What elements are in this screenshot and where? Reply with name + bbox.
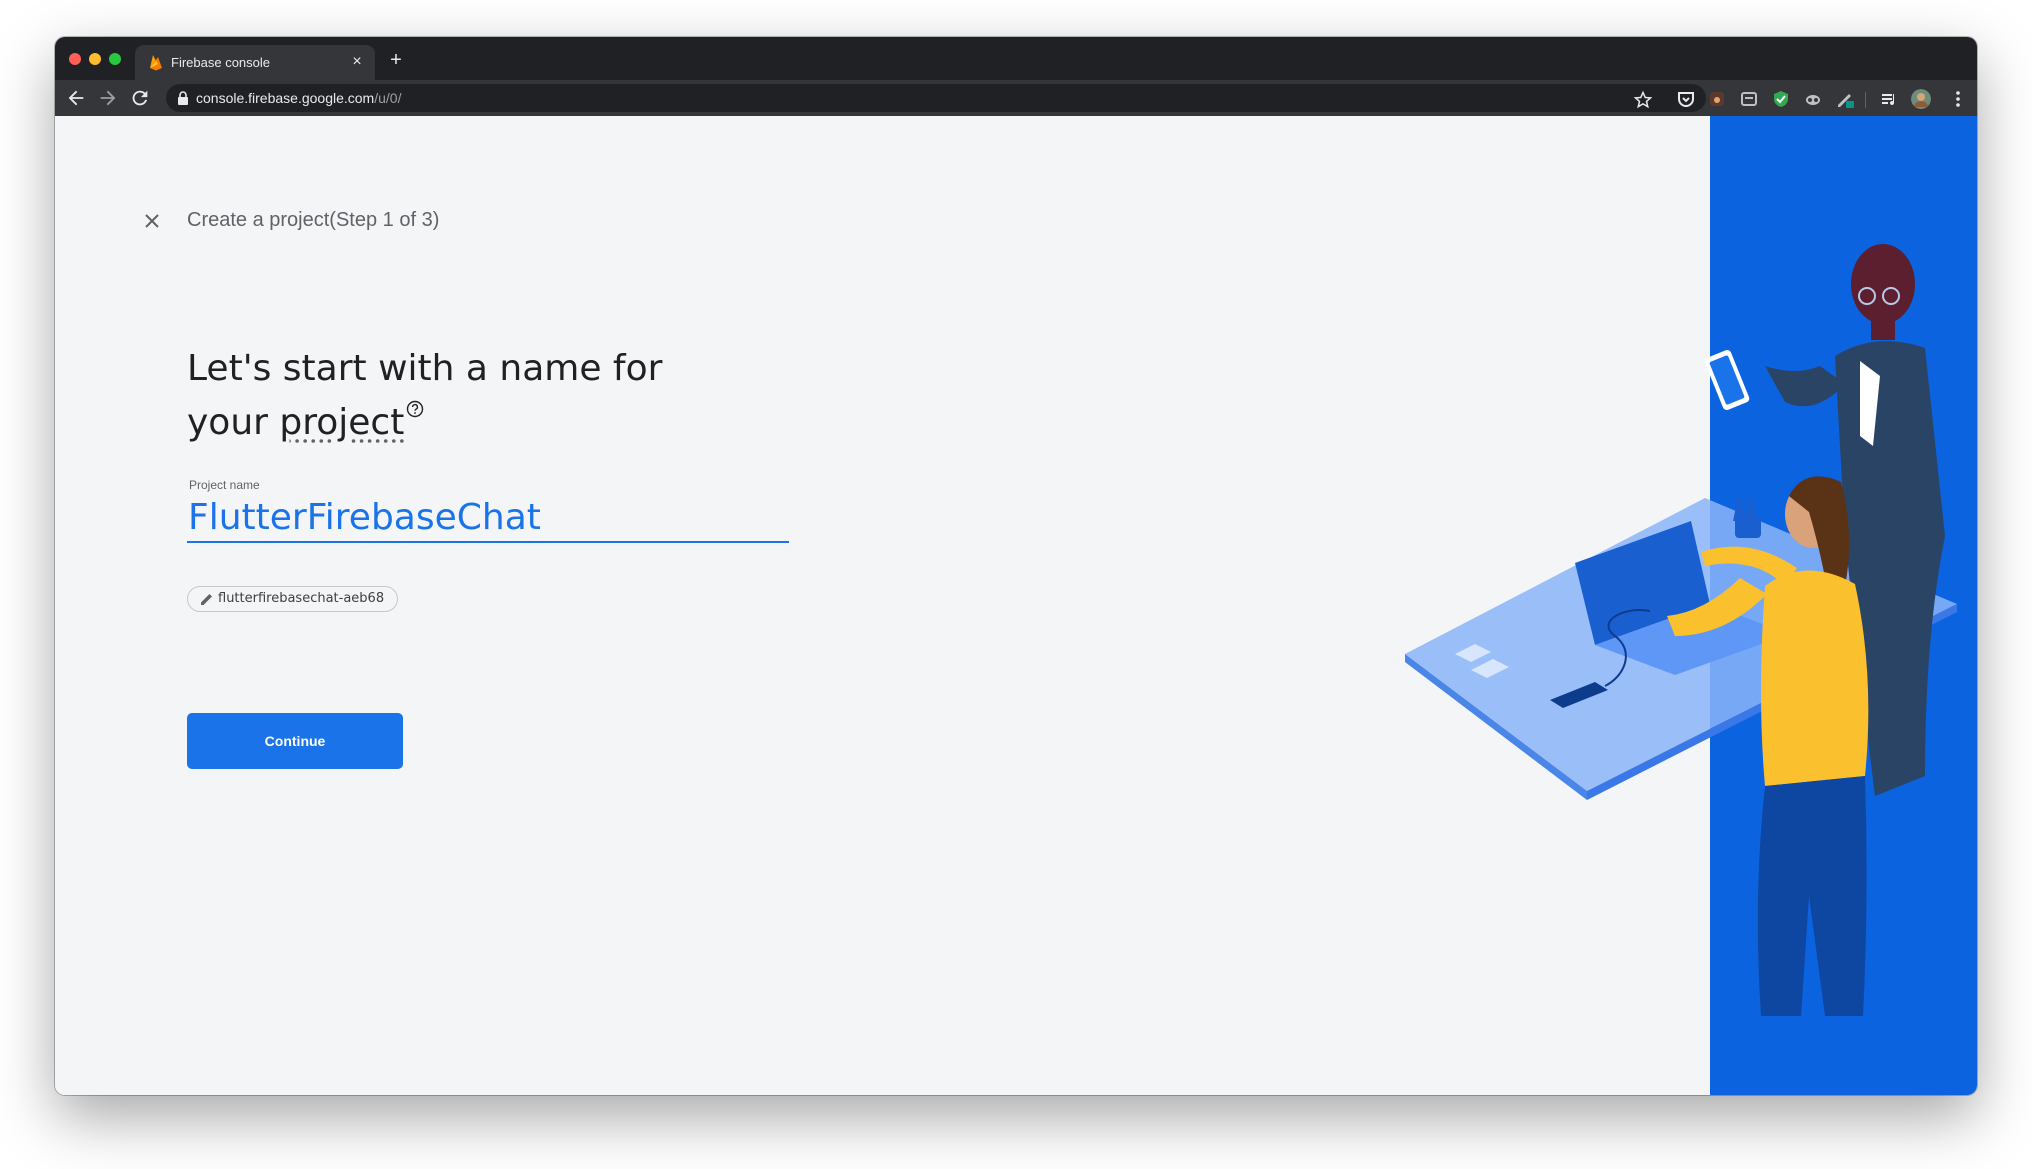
address-bar[interactable]: console.firebase.google.com/u/0/ [166,84,1706,112]
shield-extension-icon[interactable] [1739,89,1759,109]
bookmark-star-icon[interactable] [1633,90,1653,110]
create-project-page: Create a project(Step 1 of 3) Let's star… [55,116,1977,1095]
back-arrow-icon[interactable] [65,87,87,109]
team-illustration [1405,116,1977,1095]
pocket-extension-icon[interactable] [1676,89,1696,109]
step-indicator: Create a project(Step 1 of 3) [187,209,440,231]
headline-line-1: Let's start with a name for [187,348,663,389]
lock-icon [178,91,188,105]
adblock-extension-icon[interactable] [1771,89,1791,109]
window-close-button[interactable] [69,53,81,65]
url-text: console.firebase.google.com/u/0/ [196,90,402,106]
profile-avatar-icon[interactable] [1911,89,1931,109]
pen-extension-icon[interactable] [1835,89,1855,109]
window-maximize-button[interactable] [109,53,121,65]
playlist-icon[interactable] [1879,89,1899,109]
tab-firebase-console[interactable]: Firebase console × [135,45,375,80]
project-term-link[interactable]: project [279,402,404,443]
project-name-label: Project name [189,478,260,492]
project-id-chip[interactable]: flutterfirebasechat-aeb68 [187,586,399,612]
page-title: Let's start with a name for your project [187,342,707,450]
window-minimize-button[interactable] [89,53,101,65]
more-menu-icon[interactable] [1948,89,1968,109]
reload-icon[interactable] [129,87,151,109]
headline-line-2-prefix: your [187,402,280,443]
firebase-favicon-icon [150,55,162,71]
edit-pencil-icon [201,594,212,605]
browser-window: Firebase console × + console.firebase.go… [55,37,1977,1095]
incognito-extension-icon[interactable] [1803,89,1823,109]
toolbar-divider [1865,92,1866,108]
continue-button[interactable]: Continue [187,713,403,769]
tab-strip: Firebase console × + [55,37,1977,80]
tab-title: Firebase console [171,55,270,70]
tab-close-icon[interactable]: × [347,52,367,72]
new-tab-button[interactable]: + [385,49,407,71]
extension-icon[interactable] [1707,89,1727,109]
close-icon[interactable] [141,210,163,232]
help-icon[interactable] [406,400,424,418]
project-id-text: flutterfirebasechat-aeb68 [218,591,385,606]
forward-arrow-icon[interactable] [97,87,119,109]
project-name-input[interactable] [187,493,789,543]
